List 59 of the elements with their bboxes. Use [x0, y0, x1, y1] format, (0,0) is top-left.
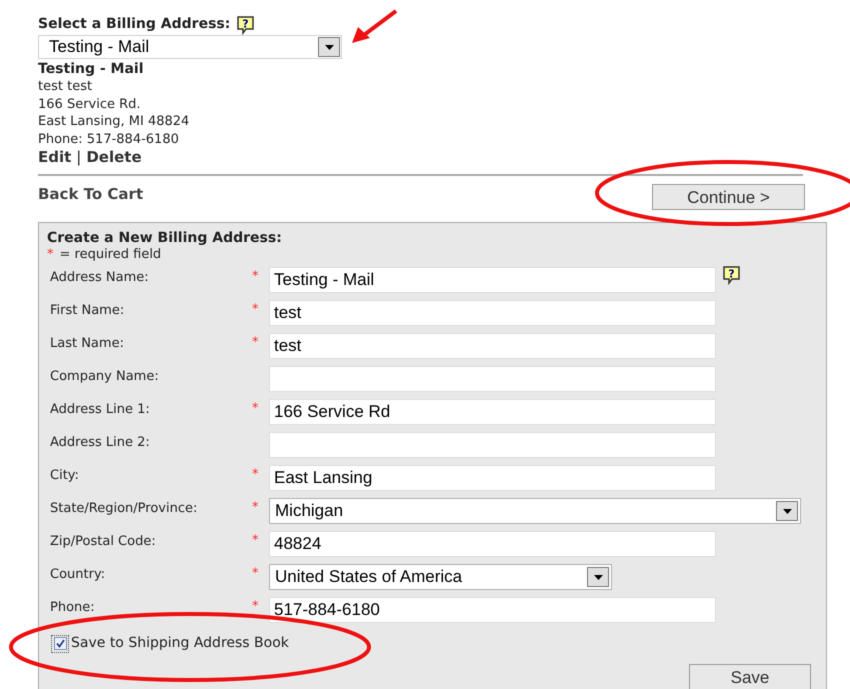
field-label: State/Region/Province: — [49, 500, 198, 518]
required-asterisk: * — [252, 565, 260, 583]
required-asterisk: * — [252, 466, 260, 484]
required-note: = required field — [60, 247, 162, 263]
text-field[interactable] — [269, 432, 716, 458]
text-field[interactable]: test — [269, 333, 716, 359]
field-label: Address Line 2: — [49, 434, 151, 452]
text-field[interactable]: 166 Service Rd — [269, 399, 716, 425]
address-line: test test — [38, 78, 94, 96]
required-asterisk: * — [252, 268, 260, 286]
link-separator: | — [76, 148, 82, 167]
text-field[interactable]: 517-884-6180 — [269, 597, 716, 623]
help-icon[interactable]: ? — [722, 265, 742, 285]
address-line: 166 Service Rd. — [38, 96, 142, 113]
dropdown-arrow-button[interactable] — [776, 501, 798, 521]
field-label: Company Name: — [49, 368, 160, 386]
text-field[interactable]: East Lansing — [269, 465, 716, 491]
text-field[interactable] — [269, 366, 716, 392]
text-field[interactable]: test — [269, 300, 716, 326]
required-asterisk: * — [252, 400, 260, 418]
caret-icon — [782, 508, 792, 514]
field-label: City: — [49, 467, 80, 485]
required-asterisk: * — [252, 499, 260, 517]
field-label: Address Line 1: — [49, 401, 151, 419]
address-name: Testing - Mail — [38, 60, 145, 78]
checkbox-label: Save to Shipping Address Book — [71, 634, 289, 653]
form-title: Create a New Billing Address: — [47, 230, 283, 247]
annotation-arrow — [350, 8, 400, 46]
billing-address-dropdown[interactable]: Testing - Mail — [38, 35, 342, 59]
address-line: Phone: 517-884-6180 — [38, 130, 180, 148]
field-label: Zip/Postal Code: — [49, 533, 157, 551]
field-label: Address Name: — [49, 269, 150, 287]
field-label: First Name: — [49, 302, 126, 320]
delete-link[interactable]: Delete — [86, 148, 142, 167]
field-label: Country: — [49, 566, 106, 584]
field-label: Phone: — [49, 599, 96, 617]
required-asterisk: * — [252, 532, 260, 550]
dropdown-field[interactable]: Michigan — [269, 498, 801, 524]
help-icon[interactable]: ? — [236, 15, 256, 35]
caret-icon — [324, 44, 334, 50]
billing-address-label: Select a Billing Address: — [38, 15, 230, 34]
field-label: Last Name: — [49, 335, 125, 353]
edit-link[interactable]: Edit — [38, 148, 72, 167]
checkbox[interactable] — [51, 634, 69, 652]
checkmark-icon — [56, 639, 64, 648]
dropdown-arrow-button[interactable] — [587, 567, 609, 587]
text-field[interactable]: 48824 — [269, 531, 716, 557]
required-asterisk: * — [47, 247, 54, 263]
continue-button[interactable]: Continue > — [652, 184, 805, 210]
back-to-cart-link[interactable]: Back To Cart — [38, 183, 144, 210]
address-line: East Lansing, MI 48824 — [38, 113, 190, 130]
dropdown-arrow-button[interactable] — [318, 37, 340, 57]
text-field[interactable]: Testing - Mail — [269, 267, 716, 293]
save-button[interactable]: Save — [689, 664, 811, 689]
required-asterisk: * — [252, 598, 260, 616]
caret-icon — [594, 574, 602, 580]
dropdown-field[interactable]: United States of America — [269, 564, 612, 590]
required-asterisk: * — [252, 334, 260, 352]
required-asterisk: * — [252, 301, 260, 319]
